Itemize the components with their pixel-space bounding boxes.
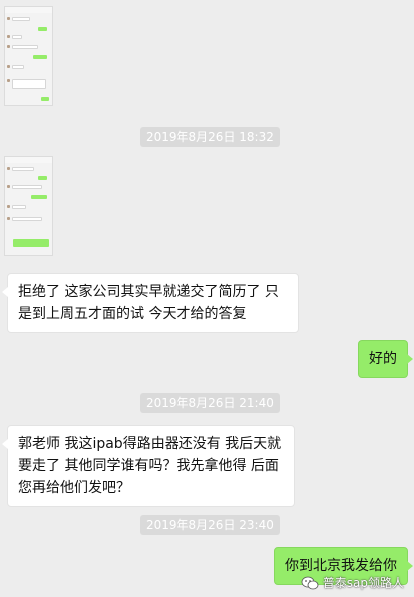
message-bubble-received[interactable]: 拒绝了 这家公司其实早就递交了简历了 只是到上周五才面的试 今天才给的答复 (2, 273, 299, 333)
mini-bubble (12, 205, 26, 209)
mini-bubble (12, 185, 42, 189)
mini-avatar (7, 17, 10, 20)
mini-avatar (7, 167, 10, 170)
mini-bubble (12, 65, 24, 69)
message-text: 你到北京我发给你 (285, 558, 397, 574)
mini-avatar (7, 79, 10, 82)
chat-screenshot-thumbnail[interactable] (4, 6, 53, 106)
message-text: 拒绝了 这家公司其实早就递交了简历了 只是到上周五才面的试 今天才给的答复 (18, 284, 279, 322)
message-bubble-received[interactable]: 郭老师 我这ipab得路由器还没有 我后天就要走了 其他同学谁有吗？我先拿他得 … (2, 425, 295, 507)
message-bubble-sent[interactable]: 好的 (358, 340, 413, 378)
message-text: 郭老师 我这ipab得路由器还没有 我后天就要走了 其他同学谁有吗？我先拿他得 … (18, 436, 282, 496)
chat-screenshot-thumbnail[interactable] (4, 156, 53, 256)
timestamp: 2019年8月26日 21:40 (140, 393, 280, 413)
mini-avatar (7, 185, 10, 188)
mini-bubble (33, 55, 47, 59)
mini-bubble (12, 217, 42, 221)
mini-avatar (7, 35, 10, 38)
mini-bubble (12, 79, 46, 89)
mini-bubble (31, 195, 47, 199)
mini-avatar (7, 65, 10, 68)
mini-bubble (38, 176, 47, 180)
wechat-icon (301, 576, 319, 589)
watermark: 普泰sap领路人 (301, 574, 404, 591)
mini-bubble (12, 167, 34, 171)
mini-avatar (7, 205, 10, 208)
mini-bubble (12, 35, 22, 39)
mini-avatar (7, 217, 10, 220)
thumbnail-title (5, 157, 52, 163)
timestamp: 2019年8月26日 23:40 (140, 515, 280, 535)
mini-avatar (7, 45, 10, 48)
thumbnail-title (5, 7, 52, 13)
watermark-text: 普泰sap领路人 (322, 576, 404, 590)
mini-bubble (41, 97, 49, 101)
timestamp: 2019年8月26日 18:32 (140, 127, 280, 147)
mini-bubble (13, 239, 49, 247)
mini-bubble (38, 27, 47, 31)
message-text: 好的 (369, 351, 397, 367)
mini-bubble (12, 17, 30, 21)
mini-bubble (12, 45, 38, 49)
